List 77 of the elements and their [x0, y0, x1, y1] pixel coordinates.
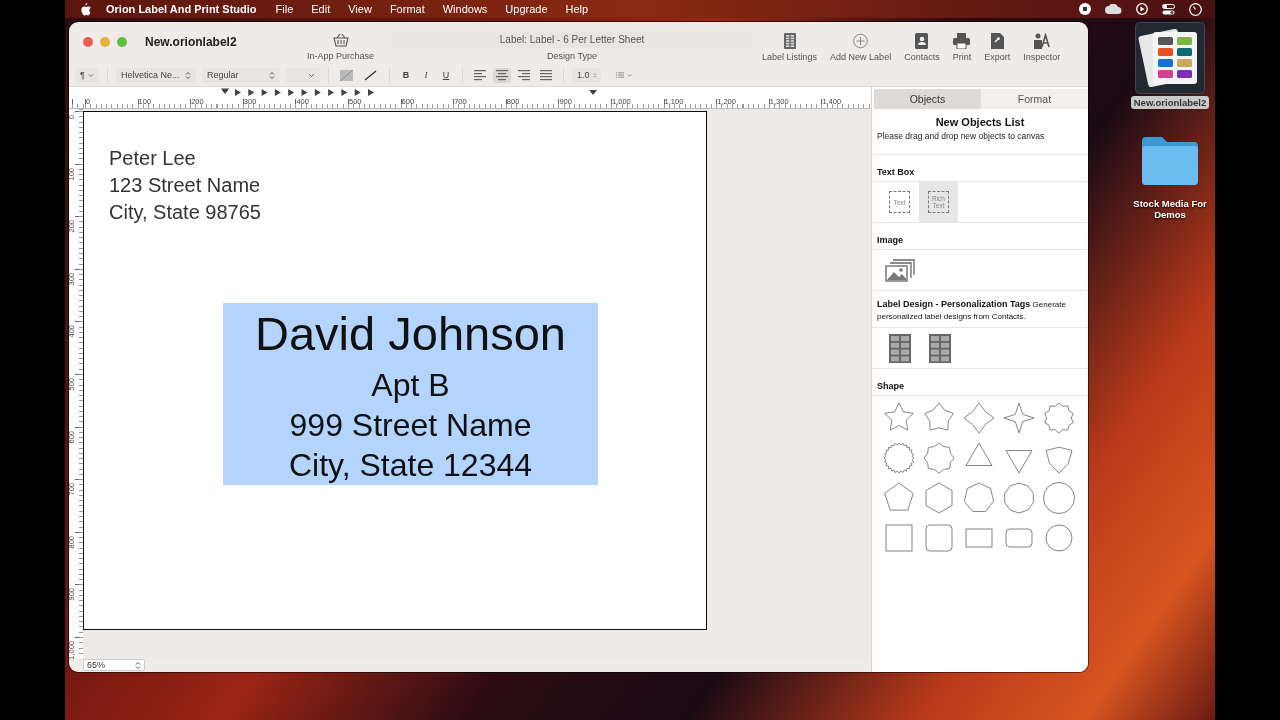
stop-icon[interactable] — [1079, 3, 1091, 15]
folder-icon[interactable] — [1140, 135, 1200, 187]
image-icon[interactable] — [885, 258, 915, 282]
align-icon — [538, 69, 554, 81]
align-button[interactable] — [537, 67, 555, 83]
menu-item[interactable]: Upgrade — [505, 3, 548, 15]
align-button[interactable] — [471, 67, 489, 83]
panel-tab[interactable]: Objects — [874, 89, 981, 109]
document-icon[interactable] — [1135, 22, 1205, 94]
chevron-icon — [87, 72, 94, 78]
list-icon — [783, 32, 796, 49]
text-style-button[interactable]: U — [438, 67, 454, 83]
menu-item[interactable]: Windows — [442, 3, 488, 15]
apple-icon[interactable] — [80, 2, 91, 16]
panel-subtitle: Please drag and drop new objects to canvas — [876, 131, 1045, 141]
line-icon — [363, 69, 377, 81]
align-icon — [494, 69, 510, 81]
toolbar-button[interactable]: Inspector — [1019, 32, 1065, 62]
stepper-icon — [135, 660, 141, 670]
toolbar-button[interactable]: Label Listings — [758, 32, 822, 62]
chevron-icon — [308, 72, 315, 78]
printer-icon — [953, 32, 971, 49]
add-icon — [853, 32, 869, 49]
cloud-icon[interactable] — [1105, 4, 1122, 14]
font-dropdown[interactable]: Helvetica Ne... — [116, 67, 196, 83]
menu-item[interactable]: Format — [389, 3, 425, 15]
align-icon — [472, 69, 488, 81]
zoom-dropdown[interactable]: 65% — [83, 659, 145, 671]
zoom-button[interactable] — [117, 37, 127, 47]
stepper-icon — [269, 70, 275, 80]
text-style-button[interactable]: I — [418, 67, 434, 83]
export-icon — [990, 32, 1004, 49]
align-icon — [516, 69, 532, 81]
chevron-icon — [626, 72, 632, 78]
align-button[interactable] — [493, 67, 511, 83]
toolbar-button[interactable]: Print — [948, 32, 976, 62]
list-icon — [616, 71, 624, 79]
minimize-button[interactable] — [100, 37, 110, 47]
section-description: Label Design - Personalization Tags Generate personalized label designs from Contacts. — [877, 300, 1066, 321]
text-style-button[interactable]: B — [398, 67, 414, 83]
label-grid-icon[interactable] — [929, 333, 951, 363]
menu-item[interactable]: View — [348, 3, 372, 15]
field-label: Design Type — [547, 50, 597, 61]
label-grid-icon[interactable] — [889, 333, 911, 363]
style-dropdown[interactable]: Regular — [202, 67, 280, 83]
section-heading: Text Box — [877, 167, 915, 177]
return-address-line: Peter Lee — [109, 146, 197, 171]
paragraph-dropdown[interactable]: ¶ — [75, 67, 99, 83]
desktop-icon-label[interactable]: Stock Media For Demos — [1127, 197, 1213, 221]
return-address-line: City, State 98765 — [109, 200, 262, 225]
design-type-field[interactable]: Label: Label - 6 Per Letter Sheet — [392, 31, 753, 48]
toolbar-button[interactable]: Contacts — [900, 32, 944, 62]
stepper-icon — [185, 70, 191, 80]
align-button[interactable] — [515, 67, 533, 83]
fill-icon — [339, 69, 353, 81]
basket-icon — [332, 31, 349, 48]
desktop-icon-label[interactable]: New.orionlabel2 — [1130, 96, 1210, 109]
line-spacing-dropdown[interactable]: 1.0 — [572, 67, 601, 83]
app-menu[interactable]: Orion Label And Print Studio — [106, 3, 257, 15]
play-icon[interactable] — [1136, 3, 1148, 15]
section-heading: Shape — [877, 381, 904, 391]
window-title: New.orionlabel2 — [145, 35, 238, 49]
purchase-button[interactable]: In-App Purchase — [303, 31, 379, 61]
menu-item[interactable]: File — [275, 3, 294, 15]
section-heading: Image — [877, 235, 903, 245]
menu-item[interactable]: Edit — [311, 3, 331, 15]
inspector-icon — [1033, 32, 1051, 49]
clock-icon[interactable] — [1189, 2, 1202, 16]
fill-color-button[interactable] — [337, 67, 355, 83]
contact-book-icon — [915, 32, 929, 49]
close-button[interactable] — [83, 37, 93, 47]
toggle-icon[interactable] — [1162, 3, 1175, 15]
menu-item[interactable]: Help — [565, 3, 589, 15]
toolbar-button[interactable]: Add New Label — [826, 32, 896, 62]
toolbar-button[interactable]: Export — [980, 32, 1015, 62]
return-address-line: 123 Street Name — [109, 173, 262, 198]
panel-title: New Objects List — [935, 116, 1025, 128]
